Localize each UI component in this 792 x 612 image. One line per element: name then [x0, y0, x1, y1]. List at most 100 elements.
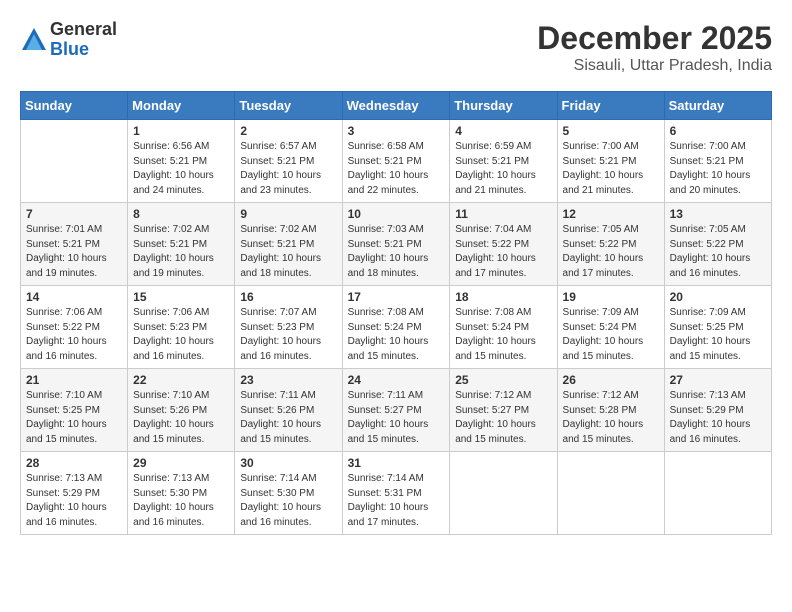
calendar-day-cell: 25 Sunrise: 7:12 AMSunset: 5:27 PMDayligh…	[450, 369, 557, 452]
calendar-day-cell: 7 Sunrise: 7:01 AMSunset: 5:21 PMDaylight…	[21, 203, 128, 286]
calendar-day-cell: 12 Sunrise: 7:05 AMSunset: 5:22 PMDayligh…	[557, 203, 664, 286]
day-info: Sunrise: 6:57 AMSunset: 5:21 PMDaylight:…	[240, 140, 336, 198]
column-header-saturday: Saturday	[664, 92, 771, 120]
day-info: Sunrise: 7:07 AMSunset: 5:23 PMDaylight:…	[240, 306, 336, 364]
day-info: Sunrise: 7:10 AMSunset: 5:25 PMDaylight:…	[26, 389, 122, 447]
empty-cell	[664, 452, 771, 535]
day-number: 3	[348, 124, 445, 138]
column-header-wednesday: Wednesday	[342, 92, 450, 120]
logo-icon	[20, 26, 48, 54]
day-info: Sunrise: 7:06 AMSunset: 5:22 PMDaylight:…	[26, 306, 122, 364]
day-number: 17	[348, 290, 445, 304]
calendar-day-cell: 2 Sunrise: 6:57 AMSunset: 5:21 PMDaylight…	[235, 120, 342, 203]
day-number: 30	[240, 456, 336, 470]
day-info: Sunrise: 7:12 AMSunset: 5:27 PMDaylight:…	[455, 389, 551, 447]
calendar-day-cell: 26 Sunrise: 7:12 AMSunset: 5:28 PMDayligh…	[557, 369, 664, 452]
day-info: Sunrise: 7:09 AMSunset: 5:25 PMDaylight:…	[670, 306, 766, 364]
day-number: 23	[240, 373, 336, 387]
calendar-day-cell: 24Sunrise: 7:11 AMSunset: 5:27 PMDayligh…	[342, 369, 450, 452]
day-info: Sunrise: 7:04 AMSunset: 5:22 PMDaylight:…	[455, 223, 551, 281]
day-number: 1	[133, 124, 229, 138]
logo-blue-text: Blue	[50, 40, 117, 60]
day-number: 15	[133, 290, 229, 304]
day-info: Sunrise: 7:00 AMSunset: 5:21 PMDaylight:…	[670, 140, 766, 198]
empty-cell	[450, 452, 557, 535]
calendar-week-row: 7 Sunrise: 7:01 AMSunset: 5:21 PMDaylight…	[21, 203, 772, 286]
calendar-day-cell: 1 Sunrise: 6:56 AMSunset: 5:21 PMDaylight…	[128, 120, 235, 203]
day-number: 6	[670, 124, 766, 138]
title-block: December 2025 Sisauli, Uttar Pradesh, In…	[537, 20, 772, 75]
day-info: Sunrise: 7:01 AMSunset: 5:21 PMDaylight:…	[26, 223, 122, 281]
day-info: Sunrise: 7:13 AMSunset: 5:29 PMDaylight:…	[26, 472, 122, 530]
calendar-day-cell: 16 Sunrise: 7:07 AMSunset: 5:23 PMDayligh…	[235, 286, 342, 369]
calendar-day-cell: 28 Sunrise: 7:13 AMSunset: 5:29 PMDayligh…	[21, 452, 128, 535]
calendar-day-cell: 6 Sunrise: 7:00 AMSunset: 5:21 PMDaylight…	[664, 120, 771, 203]
month-title: December 2025	[537, 20, 772, 57]
day-number: 14	[26, 290, 122, 304]
day-number: 25	[455, 373, 551, 387]
day-number: 13	[670, 207, 766, 221]
day-number: 2	[240, 124, 336, 138]
day-info: Sunrise: 6:56 AMSunset: 5:21 PMDaylight:…	[133, 140, 229, 198]
empty-cell	[21, 120, 128, 203]
day-info: Sunrise: 7:00 AMSunset: 5:21 PMDaylight:…	[563, 140, 659, 198]
day-number: 4	[455, 124, 551, 138]
calendar-week-row: 21Sunrise: 7:10 AMSunset: 5:25 PMDayligh…	[21, 369, 772, 452]
logo: General Blue	[20, 20, 117, 60]
calendar-day-cell: 27Sunrise: 7:13 AMSunset: 5:29 PMDayligh…	[664, 369, 771, 452]
calendar-day-cell: 8 Sunrise: 7:02 AMSunset: 5:21 PMDaylight…	[128, 203, 235, 286]
day-number: 28	[26, 456, 122, 470]
calendar-day-cell: 10Sunrise: 7:03 AMSunset: 5:21 PMDayligh…	[342, 203, 450, 286]
day-number: 31	[348, 456, 445, 470]
calendar-day-cell: 9 Sunrise: 7:02 AMSunset: 5:21 PMDaylight…	[235, 203, 342, 286]
column-header-sunday: Sunday	[21, 92, 128, 120]
day-number: 18	[455, 290, 551, 304]
page-header: General Blue December 2025 Sisauli, Utta…	[20, 20, 772, 75]
calendar-day-cell: 19Sunrise: 7:09 AMSunset: 5:24 PMDayligh…	[557, 286, 664, 369]
calendar-day-cell: 22Sunrise: 7:10 AMSunset: 5:26 PMDayligh…	[128, 369, 235, 452]
calendar-day-cell: 14 Sunrise: 7:06 AMSunset: 5:22 PMDayligh…	[21, 286, 128, 369]
day-info: Sunrise: 7:08 AMSunset: 5:24 PMDaylight:…	[348, 306, 445, 364]
day-info: Sunrise: 7:14 AMSunset: 5:30 PMDaylight:…	[240, 472, 336, 530]
calendar-table: SundayMondayTuesdayWednesdayThursdayFrid…	[20, 91, 772, 535]
day-number: 29	[133, 456, 229, 470]
empty-cell	[557, 452, 664, 535]
day-info: Sunrise: 7:06 AMSunset: 5:23 PMDaylight:…	[133, 306, 229, 364]
day-number: 9	[240, 207, 336, 221]
day-info: Sunrise: 7:05 AMSunset: 5:22 PMDaylight:…	[670, 223, 766, 281]
calendar-day-cell: 30 Sunrise: 7:14 AMSunset: 5:30 PMDayligh…	[235, 452, 342, 535]
calendar-day-cell: 29 Sunrise: 7:13 AMSunset: 5:30 PMDayligh…	[128, 452, 235, 535]
day-info: Sunrise: 7:13 AMSunset: 5:30 PMDaylight:…	[133, 472, 229, 530]
day-info: Sunrise: 7:05 AMSunset: 5:22 PMDaylight:…	[563, 223, 659, 281]
day-info: Sunrise: 7:09 AMSunset: 5:24 PMDaylight:…	[563, 306, 659, 364]
day-info: Sunrise: 6:59 AMSunset: 5:21 PMDaylight:…	[455, 140, 551, 198]
day-info: Sunrise: 7:02 AMSunset: 5:21 PMDaylight:…	[133, 223, 229, 281]
column-header-thursday: Thursday	[450, 92, 557, 120]
calendar-day-cell: 5Sunrise: 7:00 AMSunset: 5:21 PMDaylight…	[557, 120, 664, 203]
calendar-day-cell: 18 Sunrise: 7:08 AMSunset: 5:24 PMDayligh…	[450, 286, 557, 369]
column-header-friday: Friday	[557, 92, 664, 120]
day-number: 24	[348, 373, 445, 387]
day-number: 16	[240, 290, 336, 304]
day-number: 20	[670, 290, 766, 304]
day-number: 7	[26, 207, 122, 221]
day-number: 26	[563, 373, 659, 387]
day-number: 22	[133, 373, 229, 387]
day-info: Sunrise: 6:58 AMSunset: 5:21 PMDaylight:…	[348, 140, 445, 198]
calendar-week-row: 28 Sunrise: 7:13 AMSunset: 5:29 PMDayligh…	[21, 452, 772, 535]
column-header-monday: Monday	[128, 92, 235, 120]
day-info: Sunrise: 7:11 AMSunset: 5:26 PMDaylight:…	[240, 389, 336, 447]
calendar-day-cell: 3 Sunrise: 6:58 AMSunset: 5:21 PMDaylight…	[342, 120, 450, 203]
day-info: Sunrise: 7:02 AMSunset: 5:21 PMDaylight:…	[240, 223, 336, 281]
calendar-day-cell: 15 Sunrise: 7:06 AMSunset: 5:23 PMDayligh…	[128, 286, 235, 369]
day-number: 11	[455, 207, 551, 221]
day-info: Sunrise: 7:12 AMSunset: 5:28 PMDaylight:…	[563, 389, 659, 447]
day-number: 8	[133, 207, 229, 221]
calendar-header-row: SundayMondayTuesdayWednesdayThursdayFrid…	[21, 92, 772, 120]
day-number: 12	[563, 207, 659, 221]
location-text: Sisauli, Uttar Pradesh, India	[537, 57, 772, 75]
calendar-day-cell: 17 Sunrise: 7:08 AMSunset: 5:24 PMDayligh…	[342, 286, 450, 369]
calendar-day-cell: 23 Sunrise: 7:11 AMSunset: 5:26 PMDayligh…	[235, 369, 342, 452]
day-info: Sunrise: 7:08 AMSunset: 5:24 PMDaylight:…	[455, 306, 551, 364]
calendar-day-cell: 31Sunrise: 7:14 AMSunset: 5:31 PMDayligh…	[342, 452, 450, 535]
